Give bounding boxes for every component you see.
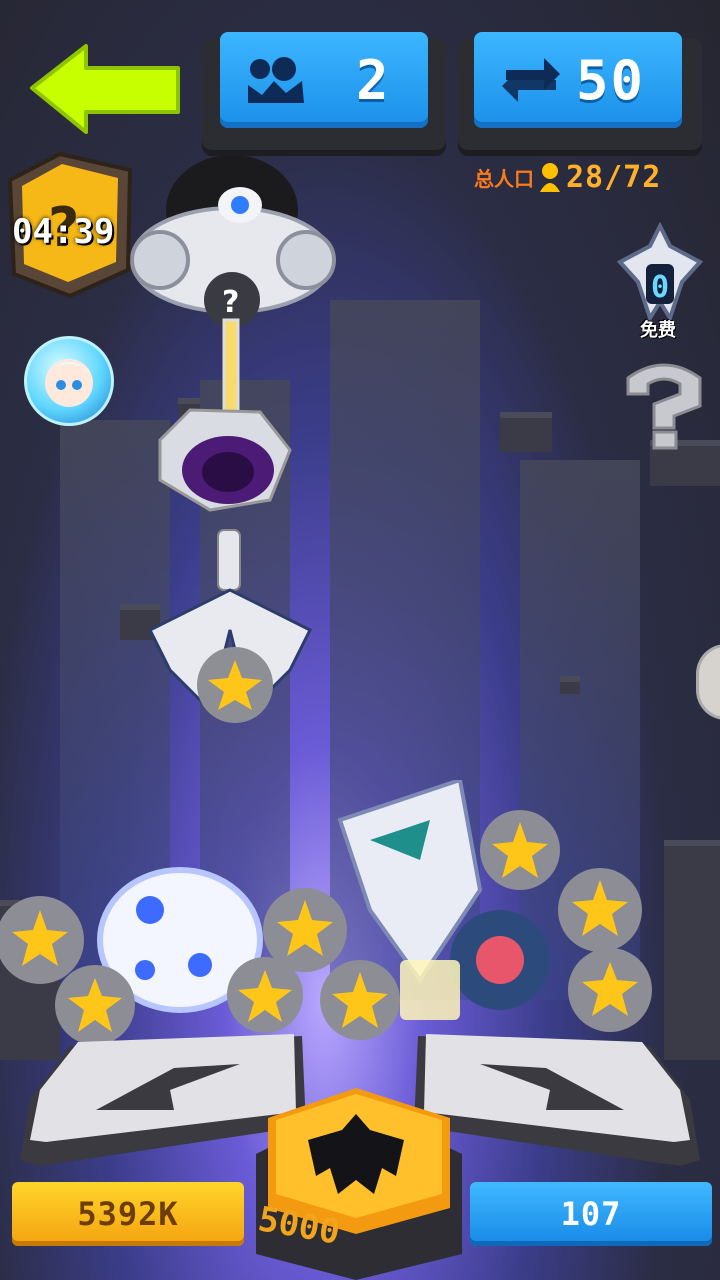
refresh-panel[interactable]: 50	[458, 32, 702, 150]
cat-count-value: 2	[356, 48, 391, 112]
character-face-icon	[43, 359, 95, 407]
refresh-count-value: 50	[576, 48, 646, 112]
free-claw-label: 免费	[640, 320, 676, 341]
cat-count-panel: 2	[202, 32, 446, 150]
gold-balance-value: 5392K	[77, 1195, 179, 1233]
back-button[interactable]	[28, 42, 182, 134]
person-icon	[540, 162, 560, 192]
grab-button[interactable]	[246, 1084, 472, 1280]
avatar[interactable]	[24, 336, 114, 426]
arrow-left-icon	[30, 44, 180, 134]
claw-icon	[256, 1088, 462, 1280]
event-timer: 04:39	[12, 212, 115, 252]
gem-balance-value: 107	[560, 1195, 622, 1233]
prize-pile	[0, 780, 652, 1045]
gold-balance: 5392K	[12, 1182, 244, 1246]
population-indicator: 总人口 28/72	[474, 160, 661, 195]
svg-text:?: ?	[222, 285, 239, 320]
help-button[interactable]	[620, 358, 708, 450]
population-value: 28/72	[566, 160, 662, 195]
question-mark-icon	[626, 363, 702, 450]
paw-icon	[248, 57, 304, 103]
swap-arrows-icon	[502, 58, 560, 102]
claw-machine: ?	[130, 155, 336, 723]
gem-balance: 107	[470, 1182, 712, 1246]
free-claw-count: 0	[651, 270, 670, 305]
population-label: 总人口	[474, 167, 534, 191]
